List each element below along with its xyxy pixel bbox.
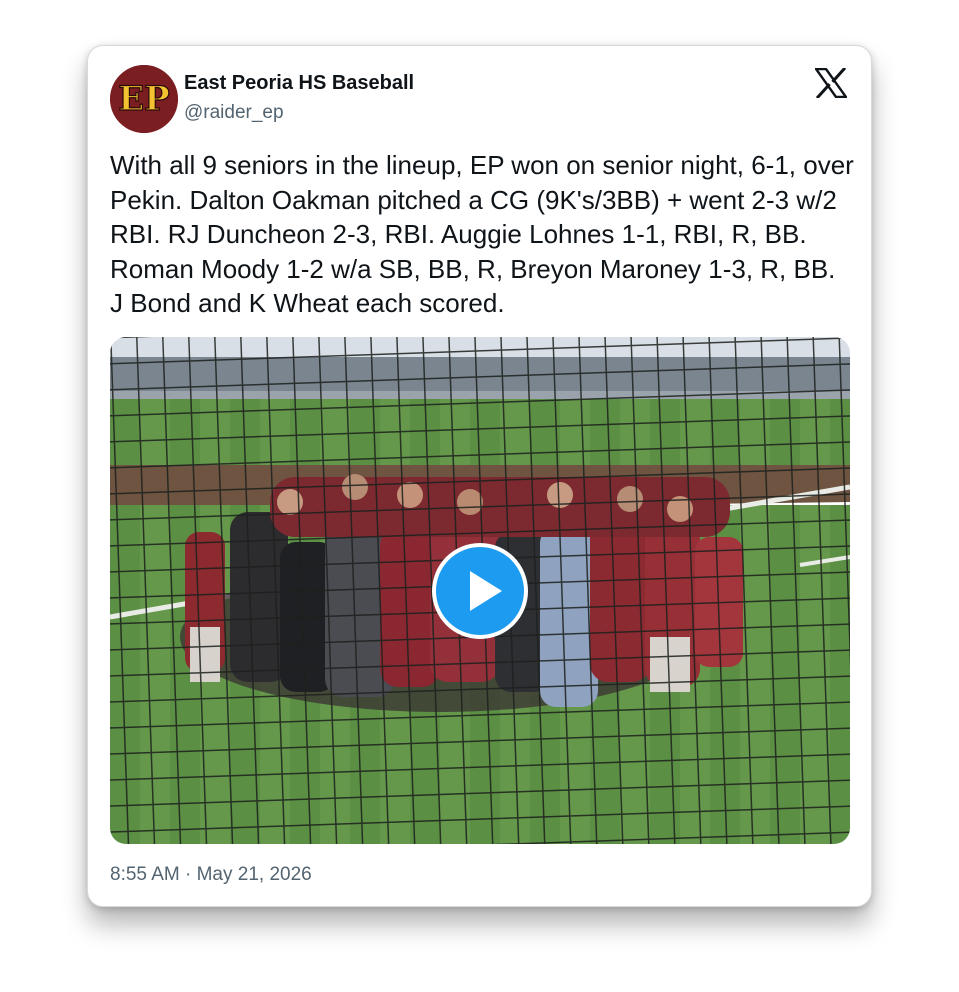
play-icon xyxy=(470,571,502,611)
timestamp[interactable]: 8:55 AM · May 21, 2026 xyxy=(110,864,312,886)
avatar-text: EP xyxy=(118,79,169,119)
handle[interactable]: @raider_ep xyxy=(184,102,284,124)
ep-logo: EP xyxy=(110,65,178,133)
x-logo-icon[interactable] xyxy=(813,66,849,100)
video-media[interactable] xyxy=(110,337,850,844)
tweet-text: With all 9 seniors in the lineup, EP won… xyxy=(110,150,854,318)
avatar[interactable]: EP xyxy=(110,65,178,133)
display-name[interactable]: East Peoria HS Baseball xyxy=(184,72,414,95)
tweet-card: EP East Peoria HS Baseball @raider_ep Wi… xyxy=(87,45,872,907)
play-button[interactable] xyxy=(432,543,528,639)
